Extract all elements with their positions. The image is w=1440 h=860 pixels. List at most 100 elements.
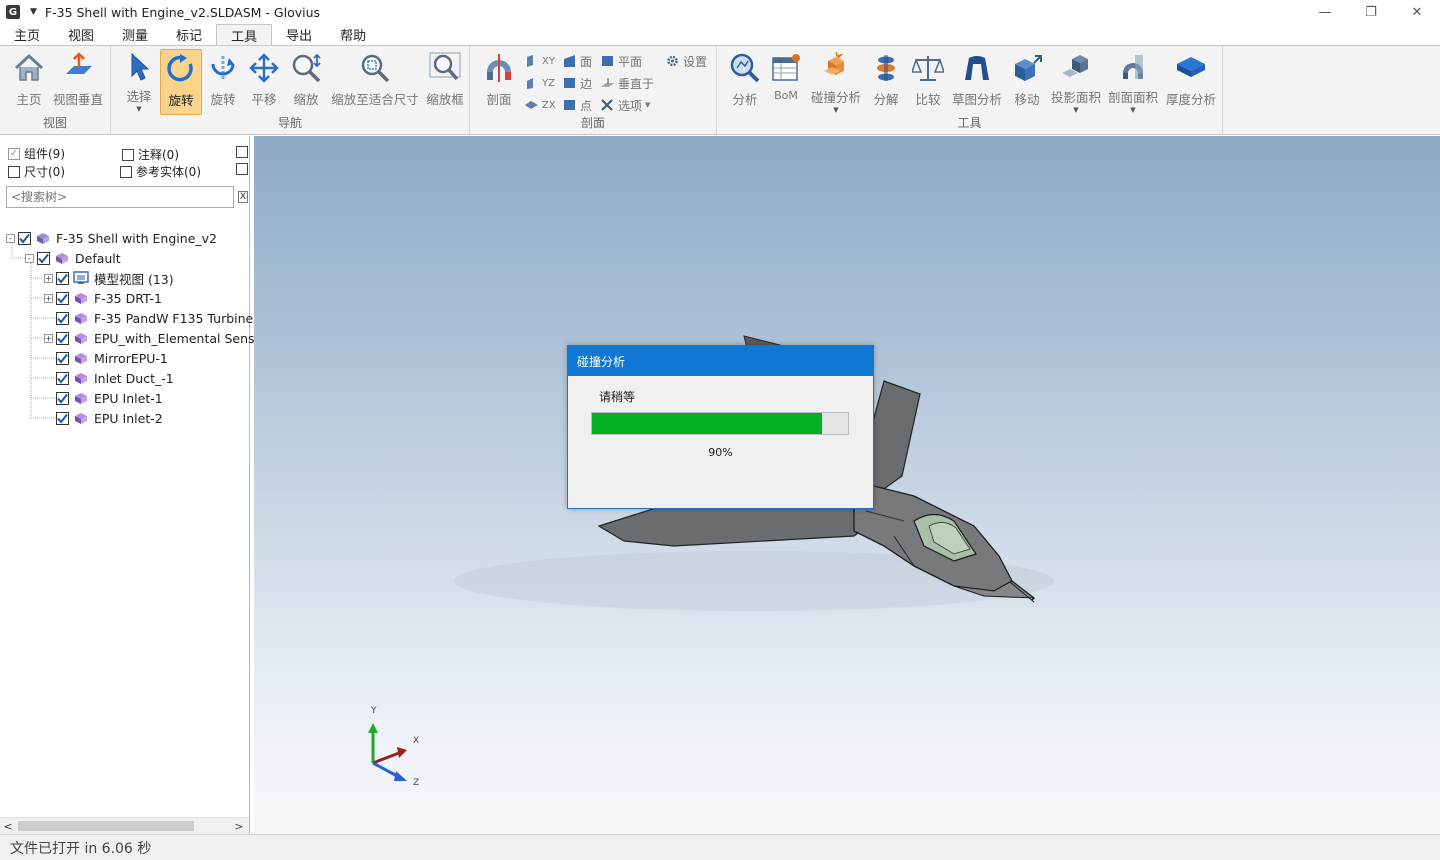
checkbox[interactable] bbox=[236, 163, 248, 175]
rotate-axis-button[interactable]: 旋转 bbox=[207, 51, 239, 113]
collapse-icon[interactable]: - bbox=[25, 253, 34, 263]
section-settings-button[interactable]: 设置 bbox=[666, 52, 707, 70]
visibility-checkbox[interactable] bbox=[56, 411, 69, 425]
tree-node[interactable]: MirrorEPU-1 bbox=[44, 348, 168, 368]
select-point-button[interactable]: 点 bbox=[563, 96, 592, 114]
zoom-box-button[interactable]: 缩放框 bbox=[423, 51, 467, 113]
menu-markup[interactable]: 标记 bbox=[162, 24, 216, 45]
progress-percent: 90% bbox=[708, 446, 733, 459]
checkbox[interactable] bbox=[122, 148, 134, 161]
menu-home[interactable]: 主页 bbox=[0, 24, 54, 45]
menu-help[interactable]: 帮助 bbox=[326, 24, 380, 45]
zoom-button[interactable]: 缩放 bbox=[289, 51, 323, 113]
options-dropdown[interactable]: 选项 ▼ bbox=[601, 96, 650, 114]
home-view-button[interactable]: 主页 bbox=[12, 51, 46, 113]
collapse-icon[interactable]: - bbox=[6, 233, 15, 243]
filter-extra-1[interactable] bbox=[236, 146, 252, 158]
visibility-checkbox[interactable] bbox=[56, 371, 69, 385]
expand-icon[interactable]: + bbox=[44, 333, 53, 343]
normal-to-button[interactable]: 垂直于 bbox=[601, 74, 654, 92]
chevron-down-icon: ▼ bbox=[1073, 106, 1079, 114]
menu-tools[interactable]: 工具 bbox=[216, 24, 273, 45]
tree-node[interactable]: + 模型视图 (13) bbox=[44, 268, 174, 288]
part-icon bbox=[73, 391, 89, 405]
section-icon bbox=[482, 51, 516, 85]
tree-node[interactable]: - F-35 Shell with Engine_v2 bbox=[6, 228, 217, 248]
filter-dimensions[interactable]: 尺寸(0) bbox=[8, 163, 65, 180]
expand-icon[interactable]: + bbox=[44, 273, 53, 283]
rotate-button-active[interactable]: 旋转 bbox=[160, 49, 202, 115]
move-button[interactable]: 移动 bbox=[1009, 51, 1045, 113]
menu-view[interactable]: 视图 bbox=[54, 24, 108, 45]
menu-export[interactable]: 导出 bbox=[272, 24, 326, 45]
visibility-checkbox[interactable] bbox=[56, 291, 69, 305]
view-normal-button[interactable]: 视图垂直 bbox=[50, 51, 106, 113]
scroll-right-icon[interactable]: > bbox=[232, 819, 246, 833]
tree-horizontal-scrollbar[interactable]: < > bbox=[0, 817, 249, 834]
expand-icon[interactable]: + bbox=[44, 293, 53, 303]
visibility-checkbox[interactable] bbox=[18, 231, 31, 245]
zoom-box-icon bbox=[428, 51, 462, 85]
tree-node-label: EPU Inlet-1 bbox=[94, 390, 163, 406]
config-icon bbox=[54, 251, 70, 265]
minimize-button[interactable]: — bbox=[1302, 0, 1348, 24]
menu-measure[interactable]: 测量 bbox=[108, 24, 162, 45]
interference-progress-dialog: 碰撞分析 请稍等 90% bbox=[567, 345, 874, 509]
scrollbar-thumb[interactable] bbox=[18, 821, 194, 831]
select-edge-button[interactable]: 边 bbox=[563, 74, 592, 92]
filter-extra-2[interactable] bbox=[236, 163, 252, 175]
quick-access-dropdown-icon[interactable]: ▼ bbox=[30, 7, 37, 17]
tree-node[interactable]: + EPU_with_Elemental Senso bbox=[44, 328, 262, 348]
filter-annotations[interactable]: 注释(0) bbox=[122, 146, 179, 163]
tree-node[interactable]: Inlet Duct_-1 bbox=[44, 368, 174, 388]
projected-area-button[interactable]: 投影面积 ▼ bbox=[1049, 51, 1103, 114]
thickness-analysis-button[interactable]: 厚度分析 bbox=[1163, 51, 1219, 113]
select-button[interactable]: 选择 ▼ bbox=[123, 51, 155, 113]
visibility-checkbox[interactable] bbox=[56, 331, 69, 345]
visibility-checkbox[interactable] bbox=[56, 351, 69, 365]
checkbox[interactable] bbox=[236, 146, 248, 158]
dialog-message: 请稍等 bbox=[599, 390, 636, 404]
window-title: F-35 Shell with Engine_v2.SLDASM - Glovi… bbox=[44, 4, 321, 20]
search-clear-button[interactable]: X bbox=[238, 191, 248, 203]
axis-x-label: X bbox=[413, 736, 419, 746]
visibility-checkbox[interactable] bbox=[37, 251, 50, 265]
pan-button[interactable]: 平移 bbox=[247, 51, 281, 113]
tree-node[interactable]: EPU Inlet-2 bbox=[44, 408, 163, 428]
section-zx-button[interactable]: ZX bbox=[525, 96, 556, 114]
search-tree-input[interactable] bbox=[6, 186, 234, 208]
analysis-button[interactable]: 分析 bbox=[727, 51, 763, 113]
explode-button[interactable]: 分解 bbox=[870, 51, 902, 113]
section-area-button[interactable]: 剖面面积 ▼ bbox=[1106, 51, 1160, 114]
section-yz-button[interactable]: YZ bbox=[525, 74, 555, 92]
visibility-checkbox[interactable] bbox=[56, 391, 69, 405]
checkbox-checked[interactable]: ✓ bbox=[8, 147, 20, 160]
visibility-checkbox[interactable] bbox=[56, 311, 69, 325]
restore-button[interactable]: ❐ bbox=[1348, 0, 1394, 24]
filter-reference-entities[interactable]: 参考实体(0) bbox=[120, 163, 201, 180]
filter-components[interactable]: ✓ 组件(9) bbox=[8, 145, 65, 162]
status-text: 文件已打开 in 6.06 秒 bbox=[10, 840, 152, 857]
close-button[interactable]: ✕ bbox=[1394, 0, 1440, 24]
scroll-left-icon[interactable]: < bbox=[1, 819, 15, 833]
tree-node-label: F-35 DRT-1 bbox=[94, 290, 162, 306]
tree-node[interactable]: F-35 PandW F135 Turbine bbox=[44, 308, 253, 328]
tree-node[interactable]: EPU Inlet-1 bbox=[44, 388, 163, 408]
zoom-fit-icon bbox=[358, 51, 392, 85]
interference-analysis-button[interactable]: 碰撞分析 ▼ bbox=[809, 51, 863, 114]
compare-button[interactable]: 比较 bbox=[911, 51, 945, 113]
bom-button[interactable]: BoM bbox=[769, 51, 803, 113]
plane-button[interactable]: 平面 bbox=[601, 52, 642, 70]
section-button[interactable]: 剖面 bbox=[482, 51, 516, 113]
section-xy-button[interactable]: XY bbox=[525, 52, 555, 70]
tree-node[interactable]: - Default bbox=[25, 248, 121, 268]
tree-node[interactable]: + F-35 DRT-1 bbox=[44, 288, 162, 308]
checkbox[interactable] bbox=[120, 165, 132, 178]
visibility-checkbox[interactable] bbox=[56, 271, 69, 285]
zoom-to-fit-button[interactable]: 缩放至适合尺寸 bbox=[329, 51, 421, 113]
progress-bar bbox=[591, 412, 849, 435]
select-face-button[interactable]: 面 bbox=[563, 52, 592, 70]
checkbox[interactable] bbox=[8, 165, 20, 178]
ribbon-group-label-section: 剖面 bbox=[580, 116, 605, 130]
draft-analysis-button[interactable]: 草图分析 bbox=[949, 51, 1005, 113]
